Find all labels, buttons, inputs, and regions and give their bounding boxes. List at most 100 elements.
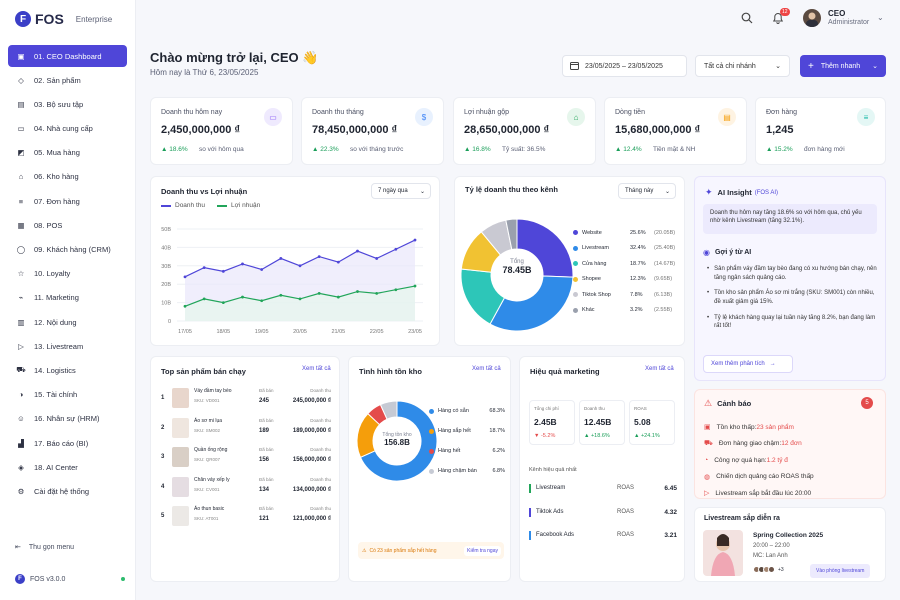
chevron-down-icon[interactable]: ⌄ — [877, 13, 884, 22]
topbar: 12 CEO Administrator ⌄ — [136, 0, 900, 38]
sidebar-item-1[interactable]: ▣ 01. CEO Dashboard — [8, 45, 127, 67]
sidebar-item-14[interactable]: ⛟ 14. Logistics — [8, 359, 127, 381]
data-point — [183, 275, 187, 279]
nav-item-icon: ◇ — [18, 75, 24, 85]
sidebar-item-18[interactable]: ◈ 18. AI Center — [8, 456, 127, 478]
ai-more-button[interactable]: Xem thêm phân tích → — [703, 355, 793, 373]
sidebar-item-8[interactable]: ▦ 08. POS — [8, 214, 127, 236]
alert-item[interactable]: ▣ Tồn kho thấp: 23 sản phẩm — [704, 419, 814, 436]
rank-number: 2 — [161, 424, 165, 431]
product-name: Quần ống rộng — [194, 447, 228, 453]
revenue-profit-card: Doanh thu vs Lợi nhuận 7 ngày qua ⌄ Doanh… — [150, 176, 440, 346]
quick-add-button[interactable]: + Thêm nhanh ⌄ — [800, 55, 886, 77]
livestream-title: Livestream sắp diễn ra — [704, 515, 780, 522]
sidebar-item-label: 13. Livestream — [34, 341, 84, 351]
alerts-card: ⚠ Cảnh báo 5 ▣ Tồn kho thấp: 23 sản phẩm ⛟… — [694, 389, 886, 499]
x-tick-label: 18/05 — [216, 329, 230, 335]
channel-color-bar — [529, 507, 531, 517]
alert-highlight: 1.2 tỷ đ — [766, 456, 788, 464]
sidebar-item-label: 14. Logistics — [34, 365, 76, 375]
sidebar-item-2[interactable]: ◇ 02. Sản phẩm — [8, 69, 127, 91]
sidebar-item-11[interactable]: ⌁ 11. Marketing — [8, 287, 127, 309]
kpi-card[interactable]: Lợi nhuận gộp 28,650,000,000 ₫ ▲ 16.8% Tỷ s… — [453, 97, 596, 165]
table-row[interactable]: 5 Áo thun basic SKU: AT001 Đã bán 121 Doanh t… — [151, 506, 341, 532]
channel-pct: 12.3% — [630, 276, 646, 283]
avatar[interactable] — [803, 9, 821, 27]
alert-item[interactable]: ◍ Chiến dịch quảng cáo ROAS thấp — [704, 469, 814, 486]
sidebar-item-16[interactable]: ☺ 16. Nhân sự (HRM) — [8, 408, 127, 430]
kpi-icon: ▭ — [264, 108, 282, 126]
alert-item[interactable]: ⛟ Đơn hàng giao chậm: 12 đơn — [704, 436, 814, 453]
sold-label: Đã bán — [259, 447, 274, 452]
kpi-card[interactable]: Dòng tiền 15,680,000,000 ₫ ▲ 12.4% Tiền mặt… — [604, 97, 747, 165]
stock-view-all-link[interactable]: Xem tất cả — [472, 366, 501, 372]
check-now-button[interactable]: Kiểm tra ngay — [464, 545, 501, 556]
sidebar-item-15[interactable]: ◑ 15. Tài chính — [8, 384, 127, 406]
search-icon[interactable] — [741, 12, 753, 26]
marketing-channel-row[interactable]: Tiktok Ads ROAS 4.32 — [529, 507, 677, 519]
branch-select[interactable]: Tất cả chi nhánh ⌄ — [695, 55, 790, 77]
marketing-channel-name: Facebook Ads — [536, 532, 575, 538]
alert-icon: ▷ — [704, 490, 710, 498]
channel-amount: (9.65B) — [654, 276, 673, 283]
ai-suggest-title: Gợi ý từ AI — [714, 249, 752, 256]
top-view-all-link[interactable]: Xem tất cả — [302, 366, 331, 372]
sidebar-item-12[interactable]: ▥ 12. Nội dung — [8, 311, 127, 333]
channel-legend-row: Shopee 12.3% (9.65B) — [573, 272, 681, 288]
alert-highlight: 12 đơn — [781, 440, 802, 448]
date-range-picker[interactable]: 23/05/2025 – 23/05/2025 — [562, 55, 687, 77]
sidebar-item-label: Cài đặt hệ thống — [34, 486, 90, 496]
channel-name: Livestream — [582, 245, 609, 252]
y-tick-label: 50B — [161, 227, 171, 233]
alert-text: Chiến dịch quảng cáo ROAS thấp — [716, 473, 814, 481]
donut-center: Tổng 78.45B — [497, 259, 537, 275]
kpi-card[interactable]: Doanh thu hôm nay 2,450,000,000 ₫ ▲ 18.6% s… — [150, 97, 293, 165]
sidebar-item-9[interactable]: ◯ 09. Khách hàng (CRM) — [8, 239, 127, 261]
alert-item[interactable]: ◔ Công nợ quá hạn: 1.2 tỷ đ — [704, 452, 814, 469]
stat-change: ▲ +24.1% — [634, 433, 660, 439]
user-role: Administrator — [828, 19, 870, 26]
sidebar-item-19[interactable]: ⚙ Cài đặt hệ thống — [8, 480, 127, 502]
join-livestream-button[interactable]: Vào phòng livestream — [810, 564, 871, 578]
collapse-menu-button[interactable]: ⇤ Thu gọn menu — [15, 543, 74, 552]
sidebar-item-10[interactable]: ☆ 10. Loyalty — [8, 263, 127, 285]
y-tick-label: 20B — [161, 282, 171, 288]
marketing-channel-row[interactable]: Livestream ROAS 6.45 — [529, 483, 677, 495]
legend-dot — [573, 245, 578, 251]
sidebar-item-6[interactable]: ⌂ 06. Kho hàng — [8, 166, 127, 188]
kpi-card[interactable]: Đơn hàng 1,245 ▲ 15.2% đơn hàng mới ≡ — [755, 97, 886, 165]
channel-share-card: Tỷ lệ doanh thu theo kênh Tháng này ⌄ Tổn… — [454, 176, 685, 346]
kpi-icon: $ — [415, 108, 433, 126]
donut-slice[interactable] — [489, 275, 574, 332]
table-row[interactable]: 4 Chân váy xếp ly SKU: CV001 Đã bán 134 Doanh… — [151, 476, 341, 503]
sidebar-item-3[interactable]: ▤ 03. Bộ sưu tập — [8, 93, 127, 115]
table-row[interactable]: 3 Quần ống rộng SKU: QR007 Đã bán 156 Doanh t… — [151, 447, 341, 473]
sidebar-item-5[interactable]: ◩ 05. Mua hàng — [8, 142, 127, 164]
table-row[interactable]: 2 Áo sơ mi lụa SKU: SM002 Đã bán 189 Doanh th… — [151, 417, 341, 444]
marketing-stat: ROAS 5.08 ▲ +24.1% — [629, 400, 675, 445]
sidebar-item-4[interactable]: ▭ 04. Nhà cung cấp — [8, 118, 127, 140]
channel-donut-chart — [460, 218, 574, 332]
brand-logo[interactable]: F FOS Enterprise — [15, 11, 112, 27]
stat-value: 2.45B — [534, 417, 557, 427]
sidebar-item-label: 08. POS — [34, 220, 63, 230]
marketing-view-all-link[interactable]: Xem tất cả — [645, 366, 674, 372]
kpi-card[interactable]: Doanh thu tháng 78,450,000,000 ₫ ▲ 22.3% so… — [301, 97, 444, 165]
channel-range-select[interactable]: Tháng này ⌄ — [618, 183, 676, 199]
top-products-card: Top sản phẩm bán chạy Xem tất cả 1 Váy đầ… — [150, 356, 340, 582]
stat-label: ROAS — [634, 406, 647, 411]
kpi-title: Dòng tiền — [615, 109, 645, 116]
sidebar-item-label: 03. Bộ sưu tập — [34, 99, 84, 109]
sidebar-item-7[interactable]: ≡ 07. Đơn hàng — [8, 190, 127, 212]
alert-item[interactable]: ▷ Livestream sắp bắt đầu lúc 20:00 — [704, 485, 814, 502]
nav-item-icon: ▣ — [17, 51, 25, 61]
sidebar-item-label: 12. Nội dung — [34, 317, 77, 327]
page-title: Chào mừng trở lại, CEO 👋 — [150, 50, 319, 65]
table-row[interactable]: 1 Váy đầm tay bèo SKU: VD001 Đã bán 245 Doanh… — [151, 388, 341, 414]
nav-item-icon: ◩ — [17, 148, 25, 158]
sidebar-item-17[interactable]: ▟ 17. Báo cáo (BI) — [8, 432, 127, 454]
stock-name: Hàng có sẵn — [438, 408, 469, 414]
sidebar-item-13[interactable]: ▷ 13. Livestream — [8, 335, 127, 357]
marketing-channel-row[interactable]: Facebook Ads ROAS 3.21 — [529, 530, 677, 542]
x-tick-label: 21/05 — [331, 329, 345, 335]
